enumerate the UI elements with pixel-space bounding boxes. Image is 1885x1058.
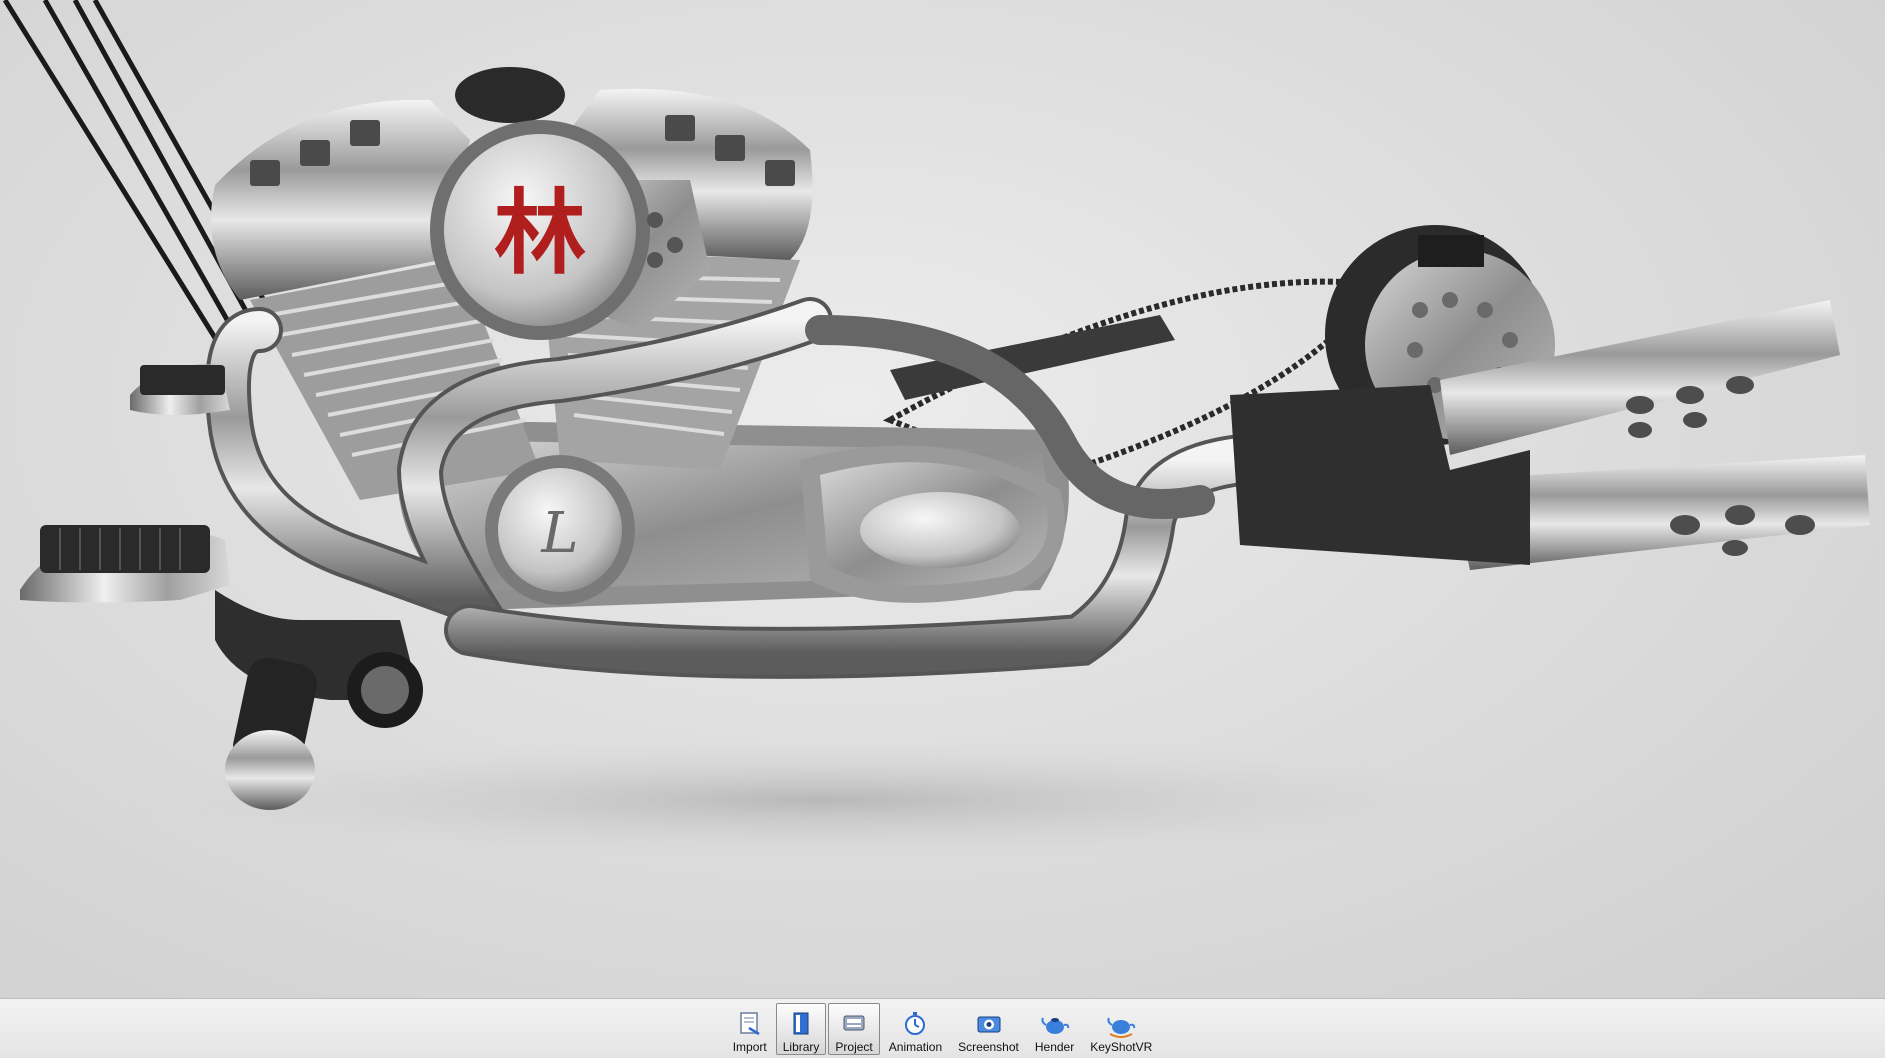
render-viewport[interactable]: 林 L: [0, 0, 1885, 998]
screenshot-button[interactable]: Screenshot: [951, 1003, 1026, 1055]
keyshotvr-teapot-icon: [1107, 1017, 1136, 1038]
footpegs: [20, 364, 230, 603]
keyshot-window: 林 L Import Library Project Animation Scr…: [0, 0, 1885, 1058]
animation-label: Animation: [888, 1040, 943, 1054]
animation-icon: [905, 1012, 926, 1035]
import-label: Import: [732, 1040, 767, 1054]
library-label: Library: [782, 1040, 820, 1054]
side-cover: L: [485, 455, 635, 605]
library-button[interactable]: Library: [775, 1003, 827, 1055]
engine-emblem: 林: [494, 179, 586, 287]
main-toolbar: Import Library Project Animation Screens…: [0, 998, 1885, 1058]
animation-button[interactable]: Animation: [882, 1003, 949, 1055]
render-teapot-icon: [1040, 1017, 1069, 1034]
render-button[interactable]: Hender: [1028, 1003, 1081, 1055]
library-icon: [793, 1012, 809, 1035]
screenshot-icon: [977, 1016, 1000, 1033]
project-icon: [843, 1015, 865, 1031]
project-button[interactable]: Project: [828, 1003, 880, 1055]
import-icon: [739, 1012, 760, 1036]
keyshotvr-label: KeyShotVR: [1090, 1040, 1153, 1054]
motorcycle-engine-render: 林 L: [2, 0, 1870, 860]
floor-shadow: [120, 740, 1520, 860]
side-cover-letter: L: [540, 501, 578, 566]
render-label: Hender: [1034, 1040, 1075, 1054]
screenshot-label: Screenshot: [958, 1040, 1019, 1054]
footpeg-grip: [225, 657, 317, 810]
project-label: Project: [835, 1040, 873, 1054]
import-button[interactable]: Import: [726, 1003, 774, 1055]
keyshotvr-button[interactable]: KeyShotVR: [1083, 1003, 1159, 1055]
